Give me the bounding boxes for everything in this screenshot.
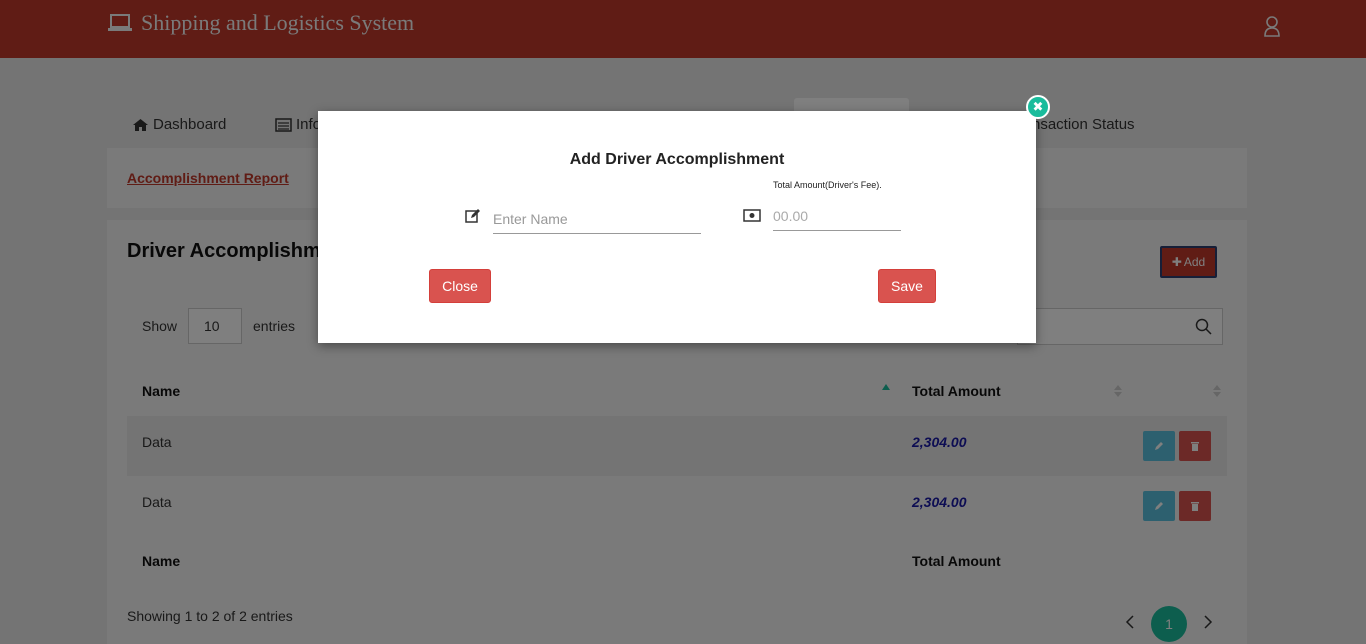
- edit-icon: [465, 209, 480, 223]
- save-button[interactable]: Save: [878, 269, 936, 303]
- name-input[interactable]: [493, 204, 701, 234]
- money-icon: [743, 209, 761, 222]
- amount-label: Total Amount(Driver's Fee).: [773, 180, 882, 190]
- amount-input[interactable]: [773, 201, 901, 231]
- close-button[interactable]: Close: [429, 269, 491, 303]
- modal-close-icon[interactable]: ✖: [1026, 95, 1050, 119]
- add-accomplishment-modal: ✖ Add Driver Accomplishment Total Amount…: [318, 95, 1050, 343]
- modal-title: Add Driver Accomplishment: [569, 151, 785, 168]
